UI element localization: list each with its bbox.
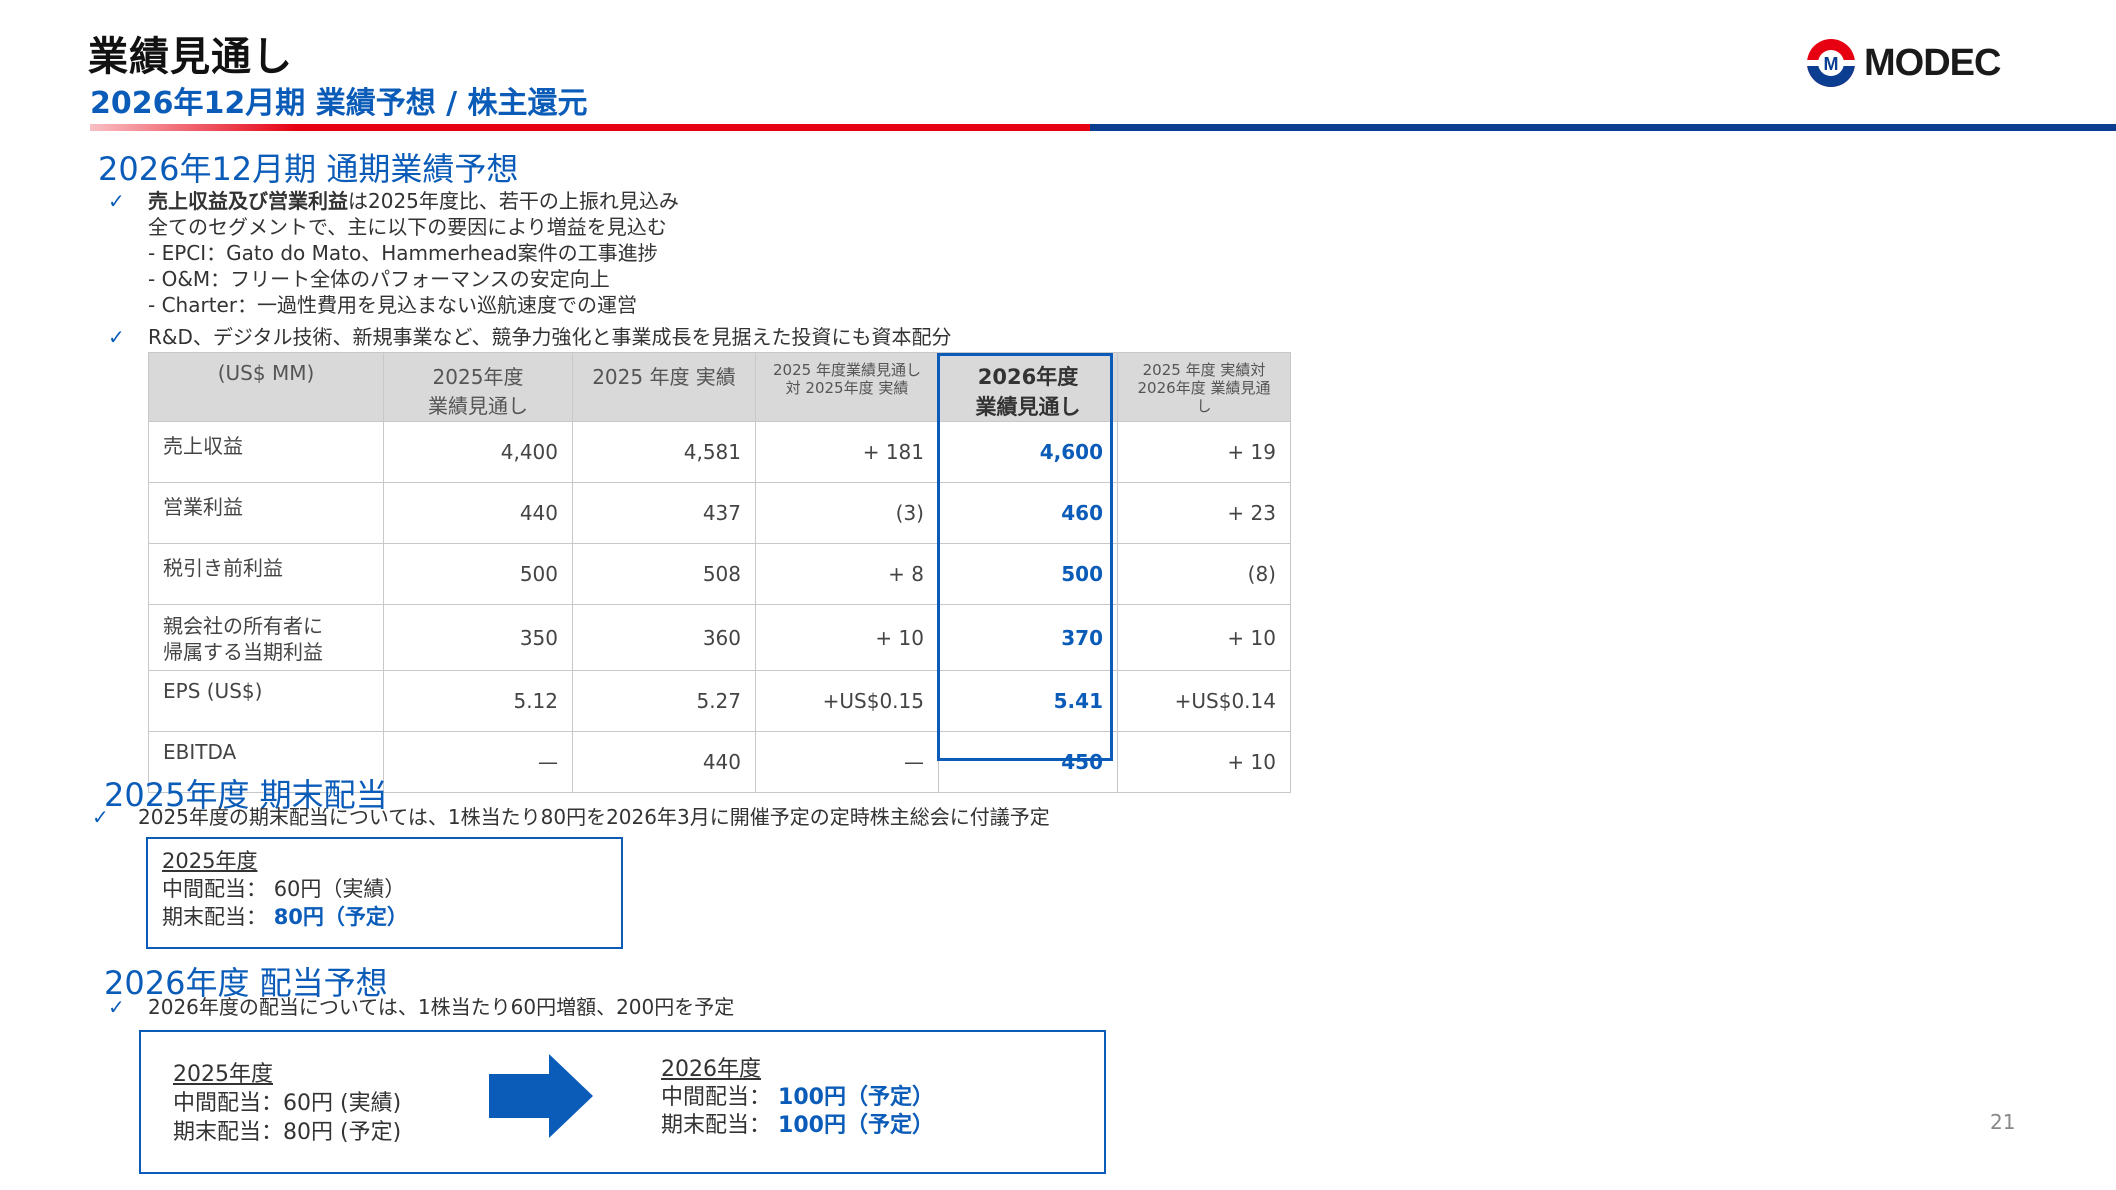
- cell: +US$0.14: [1117, 670, 1291, 732]
- header-col3: 2025 年度業績見通し 対 2025年度 実績: [755, 352, 939, 422]
- dividend2026-left-interim: 中間配当：60円 (実績): [173, 1091, 402, 1116]
- header-unit: (US$ MM): [148, 352, 384, 422]
- final-label: 期末配当：: [162, 905, 267, 929]
- dividend2025-bullet-row: ✓ 2025年度の期末配当については、1株当たり80円を2026年3月に開催予定…: [92, 804, 1050, 830]
- arrow-right-icon: [489, 1054, 593, 1138]
- interim-label: 中間配当：: [162, 877, 267, 901]
- page-number: 21: [1990, 1110, 2016, 1134]
- bullet1-line: - Charter：一過性費用を見込まない巡航速度での運営: [148, 293, 638, 317]
- cell: 350: [383, 604, 573, 671]
- forecast-bullets: ✓ 売上収益及び営業利益は2025年度比、若干の上振れ見込み 全てのセグメントで…: [108, 188, 952, 350]
- cell: 5.27: [572, 670, 756, 732]
- right-interim-label: 中間配当：: [661, 1085, 772, 1110]
- row-label: 親会社の所有者に 帰属する当期利益: [148, 604, 384, 671]
- cell: 440: [383, 482, 573, 544]
- dividend2025-bullet: 2025年度の期末配当については、1株当たり80円を2026年3月に開催予定の定…: [138, 805, 1050, 829]
- bullet2: R&D、デジタル技術、新規事業など、競争力強化と事業成長を見据えた投資にも資本配…: [148, 325, 952, 349]
- dividend2025-box: 2025年度 中間配当： 60円（実績） 期末配当： 80円（予定）: [146, 837, 623, 949]
- table-row: 親会社の所有者に 帰属する当期利益 350 360 + 10 370 + 10: [148, 604, 1291, 671]
- dividend2026-box: 2025年度 中間配当：60円 (実績) 期末配当：80円 (予定) 2026年…: [139, 1030, 1106, 1174]
- header-col5: 2025 年度 実績対 2026年度 業績見通し: [1117, 352, 1291, 422]
- header-col2: 2025 年度 実績: [572, 352, 756, 422]
- bullet1-rest: は2025年度比、若干の上振れ見込み: [348, 189, 679, 213]
- modec-logo-icon: M: [1807, 39, 1855, 87]
- cell: 4,581: [572, 421, 756, 483]
- cell: —: [755, 731, 939, 793]
- bullet1-bold: 売上収益及び営業利益: [148, 189, 348, 213]
- row-label: 営業利益: [148, 482, 384, 544]
- table-row: 税引き前利益 500 508 + 8 500 (8): [148, 543, 1291, 605]
- right-interim-value: 100円（予定）: [778, 1085, 934, 1110]
- dividend2026-right-title: 2026年度: [661, 1057, 761, 1082]
- cell: (8): [1117, 543, 1291, 605]
- check-icon: ✓: [108, 189, 125, 213]
- bullet1-line: - O&M：フリート全体のパフォーマンスの安定向上: [148, 267, 610, 291]
- cell: + 19: [1117, 421, 1291, 483]
- header-blue-rule: [1090, 124, 2116, 131]
- right-final-value: 100円（予定）: [778, 1113, 934, 1138]
- row-label: 税引き前利益: [148, 543, 384, 605]
- header-col1: 2025年度 業績見通し: [383, 352, 573, 422]
- highlight-column-frame: [937, 353, 1113, 761]
- row-label: 売上収益: [148, 421, 384, 483]
- forecast-table: (US$ MM) 2025年度 業績見通し 2025 年度 実績 2025 年度…: [148, 352, 1291, 793]
- svg-text:M: M: [1824, 54, 1839, 74]
- dividend2026-left-title: 2025年度: [173, 1062, 273, 1087]
- logo-text: MODEC: [1864, 41, 2001, 84]
- dividend2026-left-final: 期末配当：80円 (予定): [173, 1120, 402, 1145]
- header-red-rule: [90, 124, 1130, 131]
- cell: 437: [572, 482, 756, 544]
- modec-logo: M MODEC: [1806, 36, 2036, 90]
- cell: 360: [572, 604, 756, 671]
- dividend2026-bullet-row: ✓ 2026年度の配当については、1株当たり60円増額、200円を予定: [108, 994, 734, 1020]
- forecast-heading: 2026年12月期 通期業績予想: [98, 150, 519, 188]
- cell: + 8: [755, 543, 939, 605]
- cell: 4,400: [383, 421, 573, 483]
- interim-value: 60円（実績）: [273, 877, 406, 901]
- cell: + 10: [1117, 604, 1291, 671]
- cell: (3): [755, 482, 939, 544]
- table-row: 売上収益 4,400 4,581 + 181 4,600 + 19: [148, 421, 1291, 483]
- cell: + 181: [755, 421, 939, 483]
- bullet1-line: - EPCI：Gato do Mato、Hammerhead案件の工事進捗: [148, 241, 658, 265]
- cell: + 10: [755, 604, 939, 671]
- cell: 500: [383, 543, 573, 605]
- page-subtitle: 2026年12月期 業績予想 / 株主還元: [90, 86, 588, 121]
- check-icon: ✓: [108, 995, 125, 1019]
- table-row: 営業利益 440 437 (3) 460 + 23: [148, 482, 1291, 544]
- row-label: EPS (US$): [148, 670, 384, 732]
- table-row: EPS (US$) 5.12 5.27 +US$0.15 5.41 +US$0.…: [148, 670, 1291, 732]
- final-value: 80円（予定）: [273, 905, 408, 929]
- cell: + 10: [1117, 731, 1291, 793]
- right-final-label: 期末配当：: [661, 1113, 772, 1138]
- check-icon: ✓: [92, 805, 109, 829]
- cell: 5.12: [383, 670, 573, 732]
- cell: 508: [572, 543, 756, 605]
- check-icon: ✓: [108, 325, 125, 349]
- dividend2026-bullet: 2026年度の配当については、1株当たり60円増額、200円を予定: [148, 995, 735, 1019]
- cell: —: [383, 731, 573, 793]
- bullet1-line: 全てのセグメントで、主に以下の要因により増益を見込む: [148, 215, 667, 239]
- cell: +US$0.15: [755, 670, 939, 732]
- dividend2025-box-title: 2025年度: [162, 849, 258, 873]
- cell: + 23: [1117, 482, 1291, 544]
- cell: 440: [572, 731, 756, 793]
- page-title: 業績見通し: [88, 34, 293, 80]
